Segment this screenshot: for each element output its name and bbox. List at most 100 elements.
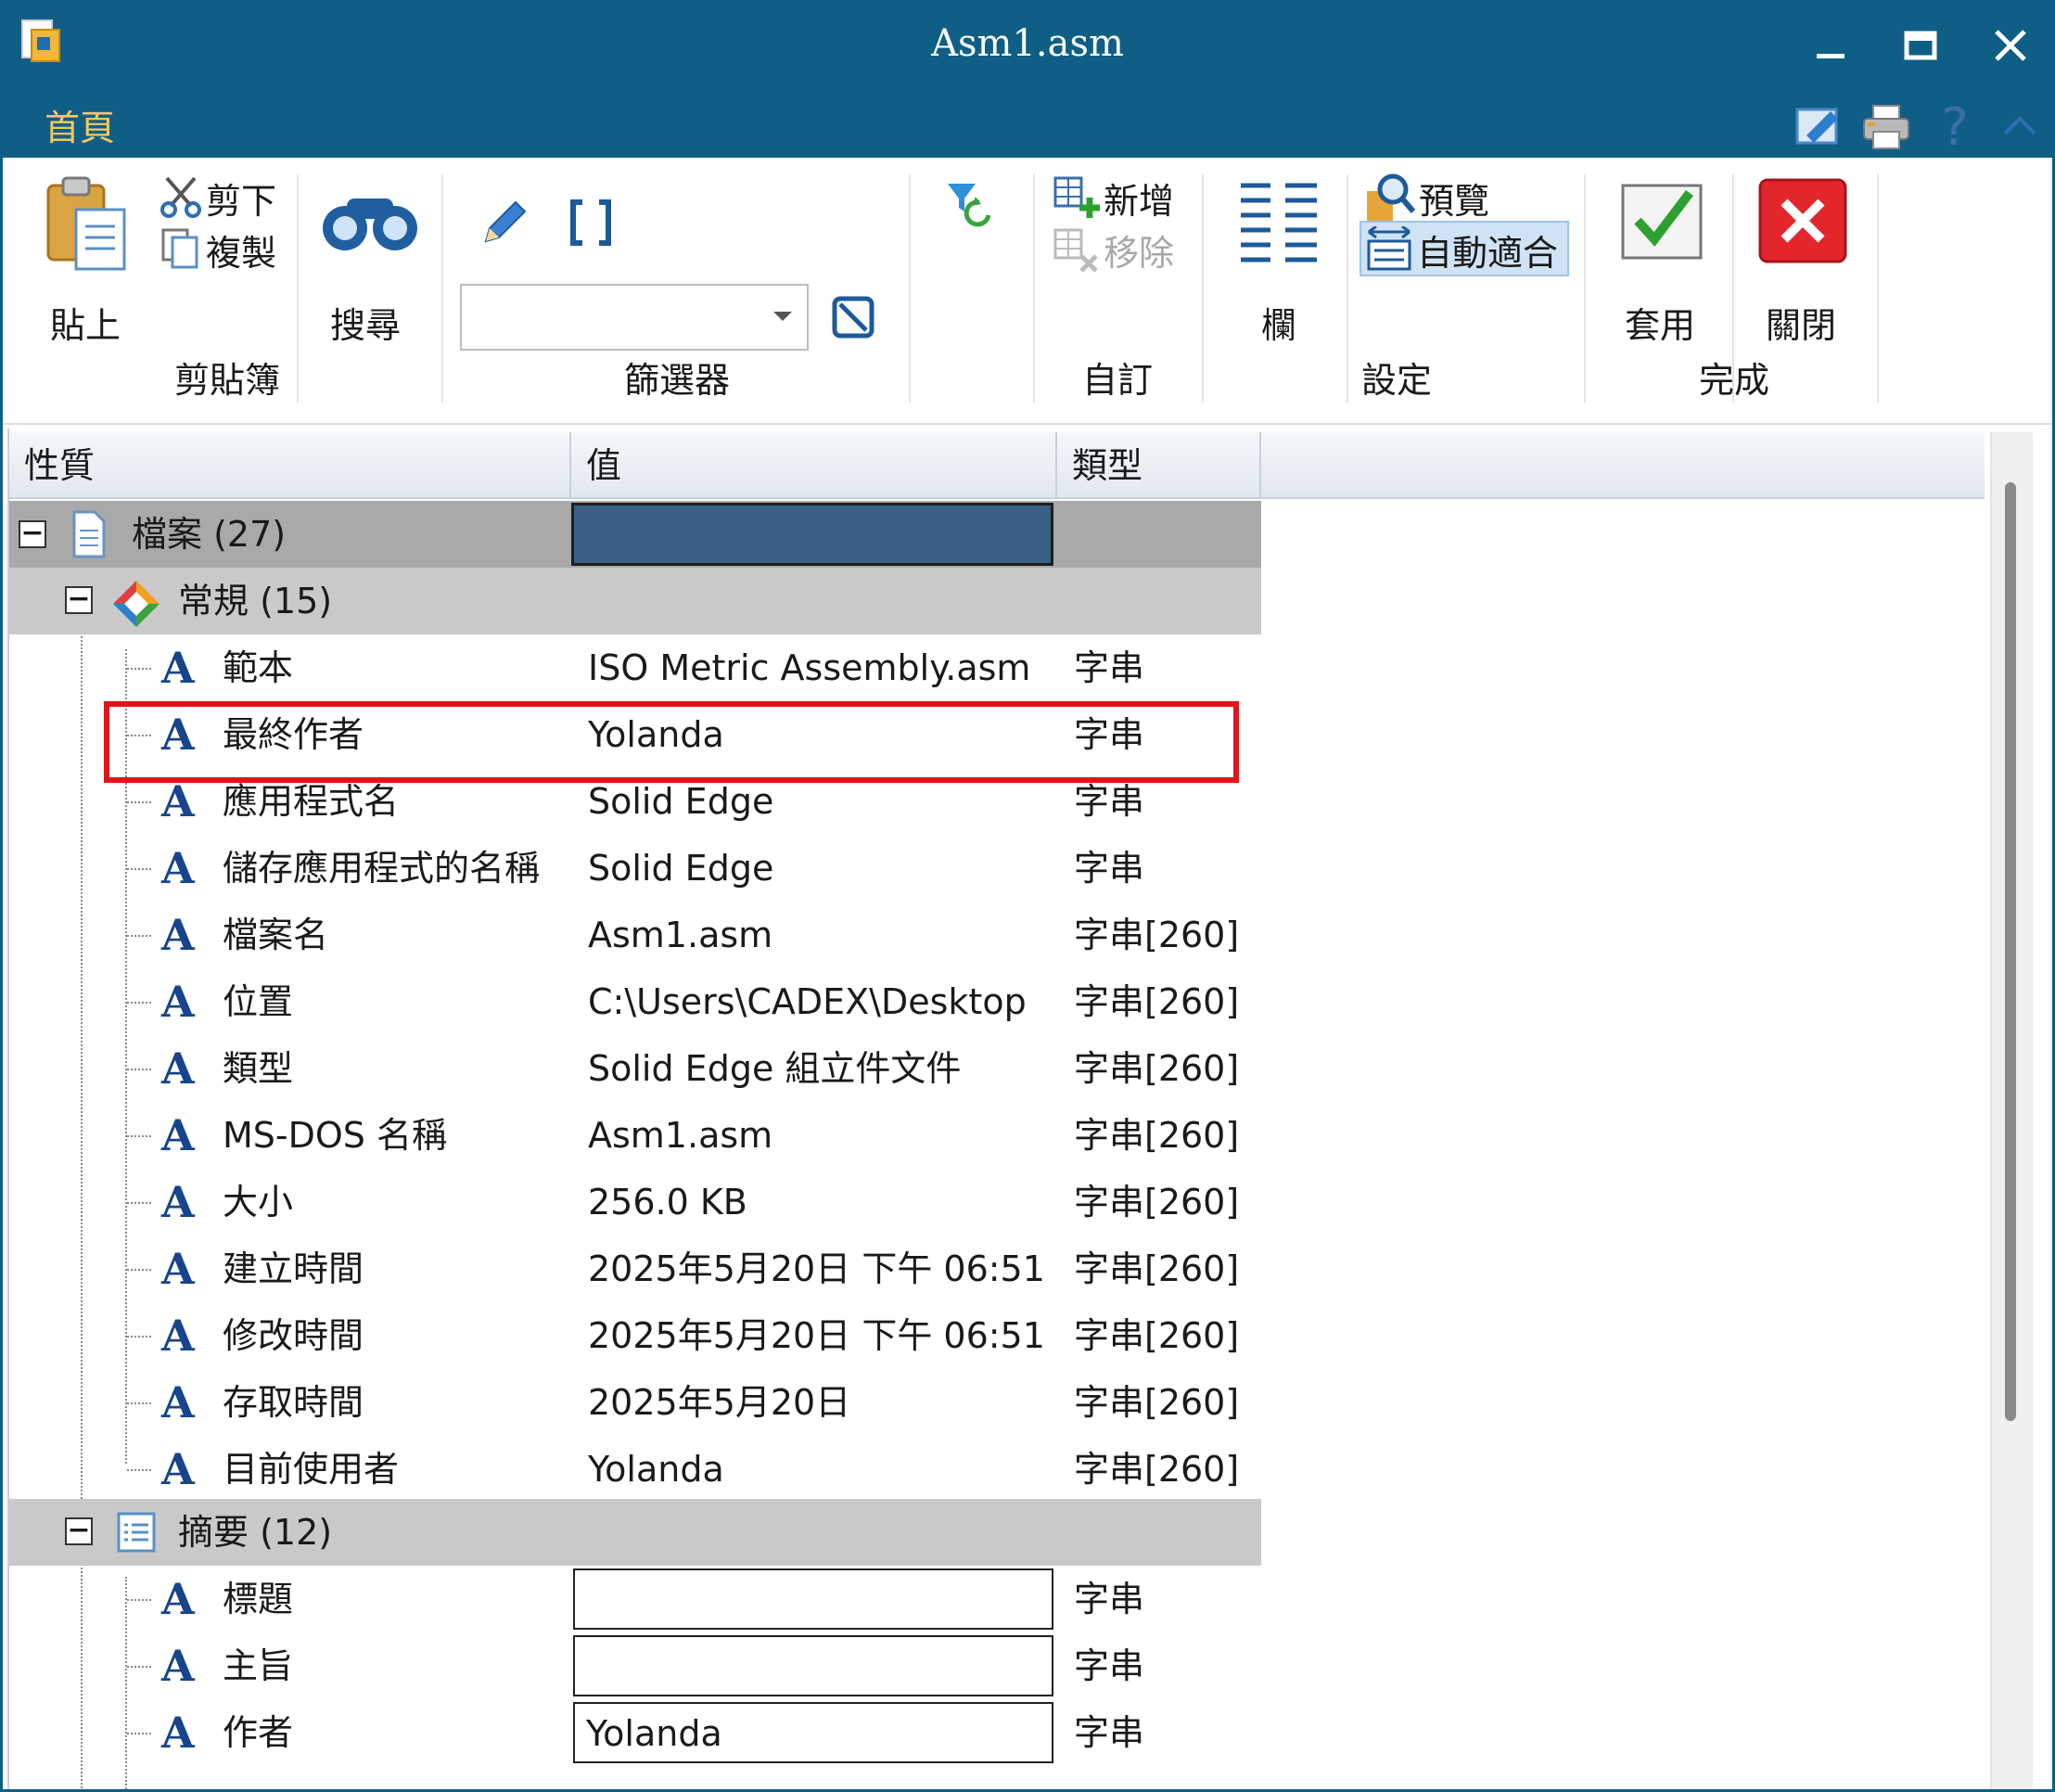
property-value[interactable]: 2025年5月20日 下午 06:51 xyxy=(588,1235,1045,1302)
clear-filter-icon[interactable] xyxy=(831,295,875,339)
tree-line xyxy=(127,1733,151,1734)
property-value[interactable]: Asm1.asm xyxy=(588,1102,772,1169)
tree-line xyxy=(127,868,151,870)
help-icon[interactable]: ? xyxy=(1929,97,1981,158)
summary-section-label: 摘要 (12) xyxy=(178,1512,333,1553)
group-divider xyxy=(441,174,443,403)
collapse-summary-expander[interactable]: − xyxy=(65,1517,93,1545)
close-button[interactable]: 關閉 xyxy=(1766,297,1836,348)
text-property-icon: A xyxy=(161,643,195,693)
filter-group-label: 篩選器 xyxy=(623,360,730,401)
text-property-icon: A xyxy=(161,1708,195,1758)
apply-button[interactable]: 套用 xyxy=(1625,297,1695,348)
cut-button[interactable]: 剪下 xyxy=(206,173,276,224)
svg-text:?: ? xyxy=(1941,98,1969,154)
text-property-icon: A xyxy=(161,1311,195,1361)
column-header-property[interactable]: 性質 xyxy=(9,432,571,499)
property-value[interactable]: Solid Edge 組立件文件 xyxy=(588,1035,961,1102)
tree-line xyxy=(127,801,151,803)
add-button[interactable]: 新增 xyxy=(1104,173,1174,224)
property-value[interactable]: ISO Metric Assembly.asm xyxy=(588,634,1030,701)
property-name[interactable]: MS-DOS 名稱 xyxy=(223,1102,447,1169)
pencil-icon[interactable] xyxy=(477,195,532,250)
collapse-ribbon-icon[interactable] xyxy=(1994,98,2046,154)
tree-line xyxy=(127,1336,151,1338)
property-name[interactable]: 存取時間 xyxy=(223,1369,364,1436)
remove-button[interactable]: 移除 xyxy=(1104,224,1174,275)
property-type: 字串 xyxy=(1074,1645,1145,1686)
paste-button[interactable]: 貼上 xyxy=(50,297,121,348)
autofit-button[interactable]: 自動適合 xyxy=(1359,221,1569,276)
filter-dropdown[interactable] xyxy=(460,284,809,351)
minimize-icon xyxy=(1817,54,1844,58)
group-divider xyxy=(909,174,911,403)
property-name[interactable]: 修改時間 xyxy=(223,1302,364,1369)
property-name[interactable]: 標題 xyxy=(223,1566,293,1632)
property-name[interactable]: 範本 xyxy=(223,634,293,701)
add-icon xyxy=(1052,174,1104,223)
property-value-input[interactable] xyxy=(573,1568,1053,1630)
property-name[interactable]: 位置 xyxy=(223,968,293,1035)
property-value[interactable]: C:\Users\CADEX\Desktop xyxy=(588,968,1027,1035)
copy-button[interactable]: 複製 xyxy=(206,224,276,275)
file-value-selected[interactable] xyxy=(571,503,1053,566)
scrollbar-thumb[interactable] xyxy=(2005,482,2016,1421)
brackets-icon[interactable] xyxy=(568,195,614,250)
tree-line xyxy=(127,1069,151,1070)
property-type: 字串 xyxy=(1074,1579,1145,1619)
text-property-icon: A xyxy=(161,1444,195,1494)
property-name[interactable]: 大小 xyxy=(223,1169,293,1235)
search-button[interactable]: 搜尋 xyxy=(330,297,401,348)
collapse-file-expander[interactable]: − xyxy=(19,519,46,548)
property-value-input[interactable]: Yolanda xyxy=(573,1702,1053,1763)
autofit-icon xyxy=(1367,226,1411,271)
binoculars-icon xyxy=(319,186,421,260)
property-value[interactable]: Asm1.asm xyxy=(588,902,772,968)
property-type: 字串[260] xyxy=(1074,1048,1240,1089)
property-value[interactable]: Solid Edge xyxy=(588,835,773,902)
tree-line xyxy=(127,935,151,937)
tree-line xyxy=(127,1135,151,1137)
apply-icon xyxy=(1619,180,1704,262)
text-property-icon: A xyxy=(161,1641,195,1691)
property-value[interactable]: Yolanda xyxy=(588,1436,724,1503)
text-property-icon: A xyxy=(161,1043,195,1094)
general-section-label: 常規 (15) xyxy=(178,581,333,621)
print-icon[interactable] xyxy=(1860,98,1912,154)
property-value[interactable]: 256.0 KB xyxy=(588,1169,747,1235)
edit-properties-icon[interactable] xyxy=(1793,98,1845,154)
close-dialog-icon xyxy=(1756,176,1849,265)
property-name[interactable]: 建立時間 xyxy=(223,1235,364,1302)
group-divider xyxy=(1202,174,1204,403)
columns-icon xyxy=(1239,180,1319,263)
reset-filter-icon[interactable] xyxy=(944,178,998,232)
column-header-type[interactable]: 類型 xyxy=(1057,432,1261,499)
property-type: 字串[260] xyxy=(1074,1382,1240,1423)
property-name[interactable]: 主旨 xyxy=(223,1632,293,1699)
property-value-input[interactable] xyxy=(573,1635,1053,1696)
document-icon xyxy=(70,510,108,558)
text-property-icon: A xyxy=(161,1110,195,1160)
maximize-button[interactable] xyxy=(1886,13,1955,78)
property-name[interactable]: 目前使用者 xyxy=(223,1436,399,1503)
column-header-value[interactable]: 值 xyxy=(571,432,1057,499)
property-value[interactable]: 2025年5月20日 下午 06:51 xyxy=(588,1302,1045,1369)
group-divider xyxy=(297,174,299,403)
preview-button[interactable]: 預覽 xyxy=(1419,173,1489,224)
property-name[interactable]: 類型 xyxy=(223,1035,293,1102)
columns-button[interactable]: 欄 xyxy=(1261,297,1296,348)
group-divider xyxy=(1033,174,1035,403)
cut-icon xyxy=(160,174,202,219)
file-group-label: 檔案 (27) xyxy=(132,514,287,555)
preview-icon xyxy=(1363,171,1416,223)
collapse-general-expander[interactable]: − xyxy=(65,585,93,614)
minimize-button[interactable] xyxy=(1796,13,1865,78)
tab-home[interactable]: 首頁 xyxy=(45,102,115,154)
property-value[interactable]: 2025年5月20日 xyxy=(588,1369,850,1436)
clipboard-group-label: 剪貼簿 xyxy=(173,360,280,401)
property-name[interactable]: 儲存應用程式的名稱 xyxy=(223,835,540,902)
close-window-button[interactable] xyxy=(1976,13,2045,78)
property-name[interactable]: 檔案名 xyxy=(223,902,328,968)
window-title: Asm1.asm xyxy=(931,22,1124,65)
property-name[interactable]: 作者 xyxy=(223,1699,293,1766)
